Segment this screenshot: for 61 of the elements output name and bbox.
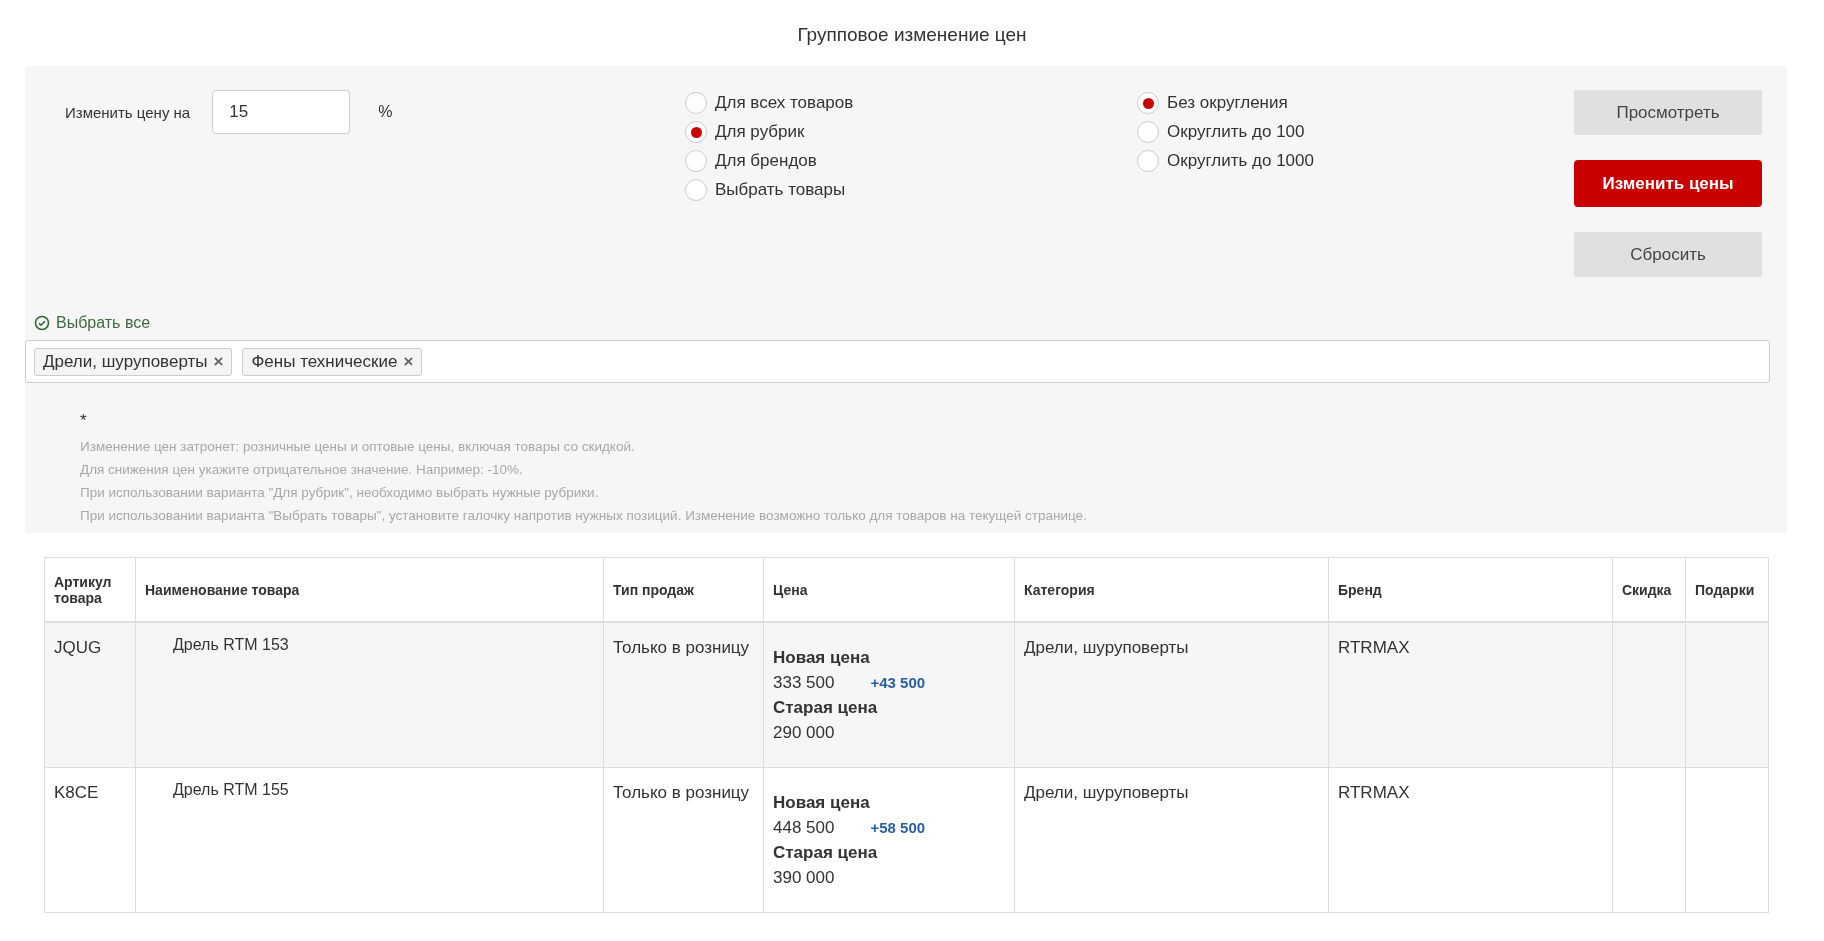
column-header: Наименование товара	[135, 557, 604, 622]
remove-tag-icon[interactable]: ×	[403, 351, 414, 372]
radio-option[interactable]: Округлить до 100	[1137, 121, 1574, 143]
price-label: Новая цена	[773, 647, 871, 669]
remove-tag-icon[interactable]: ×	[213, 351, 224, 372]
product-name: Дрель RTM 155	[172, 780, 290, 800]
radio-button[interactable]	[1137, 150, 1159, 172]
radio-button[interactable]	[685, 121, 707, 143]
column-header: Бренд	[1328, 557, 1613, 622]
field-label: Изменить цену на	[65, 103, 191, 121]
unit-label: %	[378, 103, 393, 121]
radio-option[interactable]: Для брендов	[685, 150, 1137, 172]
radio-option[interactable]: Для рубрик	[685, 121, 1137, 143]
price-label: Старая цена	[773, 697, 879, 719]
old-price: 290 000	[773, 723, 835, 742]
price-label: Старая цена	[773, 842, 879, 864]
action-button[interactable]: Просмотреть	[1574, 90, 1762, 135]
radio-option[interactable]: Выбрать товары	[685, 179, 1137, 201]
help-note: Для снижения цен укажите отрицательное значение. Например: -10%.	[80, 462, 524, 477]
radio-button[interactable]	[1137, 121, 1159, 143]
category-text: Дрели, шуруповерты	[1024, 782, 1190, 804]
column-header: Категория	[1014, 557, 1329, 622]
tag-input[interactable]: Дрели, шуруповерты × Фены технические ×	[25, 340, 1770, 383]
sale-type-text: Только в розницу	[613, 782, 751, 804]
price-delta: +43 500	[870, 673, 926, 693]
category-text: Дрели, шуруповерты	[1024, 637, 1190, 659]
price-label: Новая цена	[773, 792, 871, 814]
radio-button[interactable]	[685, 179, 707, 201]
new-price: 448 500	[773, 817, 835, 839]
sale-type-text: Только в розницу	[613, 637, 751, 659]
check-circle-icon	[34, 315, 50, 331]
radio-option[interactable]: Для всех товаров	[685, 92, 1137, 114]
product-name: Дрель RTM 153	[172, 635, 290, 655]
radio-option[interactable]: Без округления	[1137, 92, 1574, 114]
price-delta: +58 500	[870, 818, 926, 838]
sku-text: K8CE	[54, 782, 100, 804]
brand-text: RTRMAX	[1338, 637, 1411, 659]
radio-option[interactable]: Округлить до 1000	[1137, 150, 1574, 172]
new-price: 333 500	[773, 672, 835, 694]
column-header: Цена	[763, 557, 1015, 622]
select-all-link[interactable]: Выбрать все	[25, 314, 151, 332]
column-header: Артикул товара	[44, 557, 136, 622]
radio-button[interactable]	[1137, 92, 1159, 114]
sku-text: JQUG	[54, 637, 103, 659]
apply-button[interactable]: Изменить цены	[1574, 160, 1762, 207]
category-tag: Дрели, шуруповерты ×	[34, 347, 233, 376]
action-button[interactable]: Сбросить	[1574, 232, 1762, 277]
column-header: Подарки	[1685, 557, 1769, 622]
old-price: 390 000	[773, 868, 835, 887]
radio-button[interactable]	[685, 92, 707, 114]
category-tag: Фены технические ×	[242, 347, 423, 376]
radio-button[interactable]	[685, 150, 707, 172]
brand-text: RTRMAX	[1338, 782, 1411, 804]
help-note: Изменение цен затронет: розничные цены и оптовые цены, включая товары со скидкой.	[80, 439, 636, 454]
page-title: Групповое изменение цен	[796, 23, 1028, 47]
help-note: При использовании варианта "Для рубрик", необходимо выбрать нужные рубрики.	[80, 485, 600, 500]
percent-input[interactable]: 15	[212, 90, 351, 134]
column-header: Скидка	[1612, 557, 1686, 622]
column-header: Тип продаж	[603, 557, 764, 622]
note-asterisk: *	[80, 411, 88, 431]
help-note: При использовании варианта "Выбрать товары", установите галочку напротив нужных позиций. Изменение возможно только для товаров на текущей странице.	[80, 508, 1088, 523]
